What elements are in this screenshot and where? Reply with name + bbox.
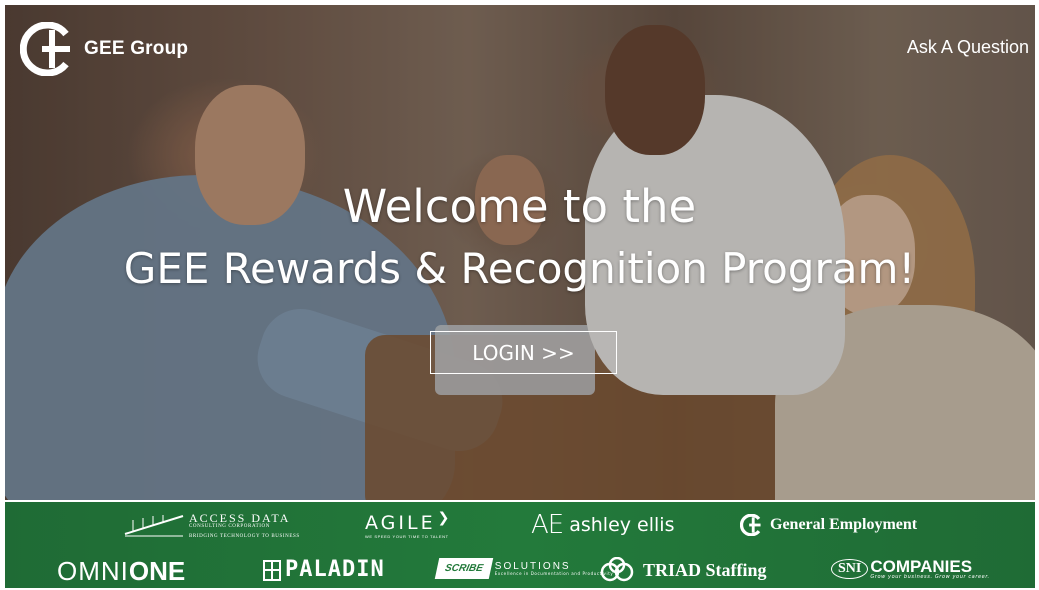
scribe-tagline: Excellence in Documentation and Producti… — [494, 570, 614, 576]
logo-text: GEE Group — [84, 38, 189, 59]
access-data-bridge-icon — [124, 515, 184, 537]
brand-triad-staffing: TRIAD Staffing — [597, 557, 767, 583]
general-employment-name: General Employment — [770, 516, 918, 533]
sni-mark: SNI — [831, 559, 869, 579]
general-employment-icon — [740, 514, 761, 536]
paladin-name: PALADIN — [285, 557, 385, 582]
welcome-line-1: Welcome to the — [342, 180, 697, 233]
scribe-part1: SCRIBE — [434, 558, 494, 579]
sni-name: COMPANIES — [870, 557, 973, 576]
paladin-tower-icon — [263, 559, 281, 581]
gee-group-logo[interactable]: GEE Group — [20, 22, 188, 76]
access-data-tagline: BRIDGING TECHNOLOGY TO BUSINESS — [189, 533, 300, 539]
brand-ashley-ellis: AE ashley ellis — [531, 510, 674, 540]
omnione-part2: ONE — [128, 556, 186, 586]
scribe-part2: SOLUTIONS — [494, 560, 571, 572]
brand-strip: ACCESS DATA CONSULTING CORPORATION BRIDG… — [5, 502, 1035, 588]
ashley-ellis-name: ashley ellis — [569, 514, 675, 536]
ashley-ellis-mark: AE — [531, 510, 564, 540]
agile-chevron-icon: ❯ — [437, 510, 450, 526]
brand-omnione: OMNI ONE — [57, 556, 185, 587]
gee-logo-icon — [20, 22, 70, 76]
triad-name: TRIAD Staffing — [643, 559, 767, 580]
access-data-name: ACCESS DATA — [189, 510, 291, 525]
omnione-part1: OMNI — [57, 556, 129, 586]
welcome-line-2: GEE Rewards & Recognition Program! — [123, 244, 916, 293]
login-button[interactable]: LOGIN >> — [430, 331, 617, 374]
brand-paladin: PALADIN — [263, 557, 385, 582]
brand-general-employment: General Employment — [740, 514, 917, 536]
brand-scribe-solutions: SCRIBE SOLUTIONS Excellence in Documenta… — [434, 558, 614, 579]
brand-sni-companies: SNI COMPANIES Grow your business. Grow y… — [831, 558, 990, 580]
ask-a-question-link[interactable]: Ask A Question — [907, 37, 1029, 58]
brand-access-data: ACCESS DATA CONSULTING CORPORATION BRIDG… — [123, 510, 300, 540]
sni-tagline: Grow your business. Grow your career. — [870, 574, 990, 580]
triad-clover-icon — [600, 557, 634, 582]
agile-tagline: WE SPEED YOUR TIME TO TALENT — [365, 534, 449, 539]
brand-agile: AGILE ❯ WE SPEED YOUR TIME TO TALENT — [365, 510, 450, 539]
agile-name: AGILE — [365, 512, 436, 534]
